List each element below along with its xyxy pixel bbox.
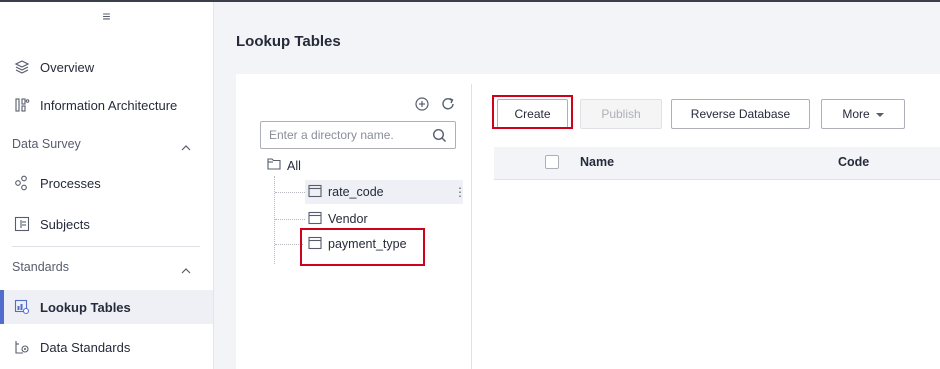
- directory-search-input[interactable]: [261, 127, 431, 143]
- sidebar-item-overview[interactable]: Overview: [0, 50, 213, 84]
- directory-search: [260, 121, 456, 149]
- sidebar-item-label: Overview: [40, 59, 95, 75]
- lookup-table-icon: [14, 299, 30, 315]
- column-header-name: Name: [580, 155, 615, 169]
- chevron-up-icon: [181, 263, 191, 278]
- subjects-icon: [14, 216, 30, 232]
- more-actions-icon[interactable]: ⋮: [454, 185, 466, 199]
- process-icon: [14, 175, 30, 191]
- refresh-icon[interactable]: [440, 96, 456, 115]
- table-icon: [308, 211, 322, 228]
- tree-root-label: All: [287, 158, 301, 173]
- tree-node-label: rate_code: [328, 185, 384, 199]
- sidebar-group-label: Standards: [12, 260, 69, 274]
- more-label: More: [842, 107, 870, 121]
- publish-button[interactable]: Publish: [580, 99, 662, 129]
- sidebar-item-information-architecture[interactable]: Information Architecture: [0, 88, 213, 122]
- caret-down-icon: [875, 107, 884, 121]
- tree-connector: [274, 176, 275, 264]
- tree-root-all[interactable]: All: [267, 158, 301, 173]
- sidebar-item-processes[interactable]: Processes: [0, 166, 213, 200]
- highlight-box: [492, 95, 573, 129]
- tree-connector: [275, 192, 305, 193]
- sidebar-item-subjects[interactable]: Subjects: [0, 207, 213, 241]
- column-header-code: Code: [838, 155, 870, 169]
- sidebar-item-label: Processes: [40, 175, 101, 191]
- tree-node-rate-code[interactable]: rate_code: [305, 180, 463, 204]
- collapse-menu-icon[interactable]: ≡: [0, 8, 213, 24]
- chevron-up-icon: [181, 140, 191, 155]
- architecture-icon: [14, 97, 30, 113]
- add-circle-icon[interactable]: [414, 96, 430, 115]
- page-title: Lookup Tables: [236, 33, 341, 50]
- sidebar-item-label: Lookup Tables: [40, 299, 131, 315]
- more-dropdown[interactable]: More: [821, 99, 905, 129]
- select-all-checkbox[interactable]: [545, 155, 559, 169]
- sidebar-divider: [12, 246, 200, 247]
- sidebar-item-label: Information Architecture: [40, 97, 178, 113]
- panel-divider: [471, 84, 472, 369]
- tree-node-label: Vendor: [328, 212, 368, 226]
- tree-connector: [275, 219, 305, 220]
- table-header: [494, 147, 940, 180]
- data-standards-icon: [14, 339, 30, 355]
- sidebar-item-data-standards[interactable]: Data Standards: [0, 330, 213, 364]
- sidebar-item-label: Subjects: [40, 216, 90, 232]
- layers-icon: [14, 59, 30, 75]
- sidebar-group-data-survey[interactable]: Data Survey: [0, 127, 213, 161]
- sidebar: ≡ Overview Information Architecture Data…: [0, 2, 214, 369]
- search-icon[interactable]: [432, 128, 447, 146]
- sidebar-item-label: Data Standards: [40, 339, 131, 355]
- tree-toolbar: [414, 96, 456, 115]
- reverse-database-button[interactable]: Reverse Database: [671, 99, 810, 129]
- highlight-box: [300, 228, 425, 266]
- sidebar-group-label: Data Survey: [12, 137, 81, 151]
- sidebar-group-standards[interactable]: Standards: [0, 250, 213, 284]
- table-icon: [308, 184, 322, 201]
- tree-connector: [275, 244, 303, 245]
- folder-icon: [267, 158, 281, 173]
- sidebar-item-lookup-tables[interactable]: Lookup Tables: [0, 290, 213, 324]
